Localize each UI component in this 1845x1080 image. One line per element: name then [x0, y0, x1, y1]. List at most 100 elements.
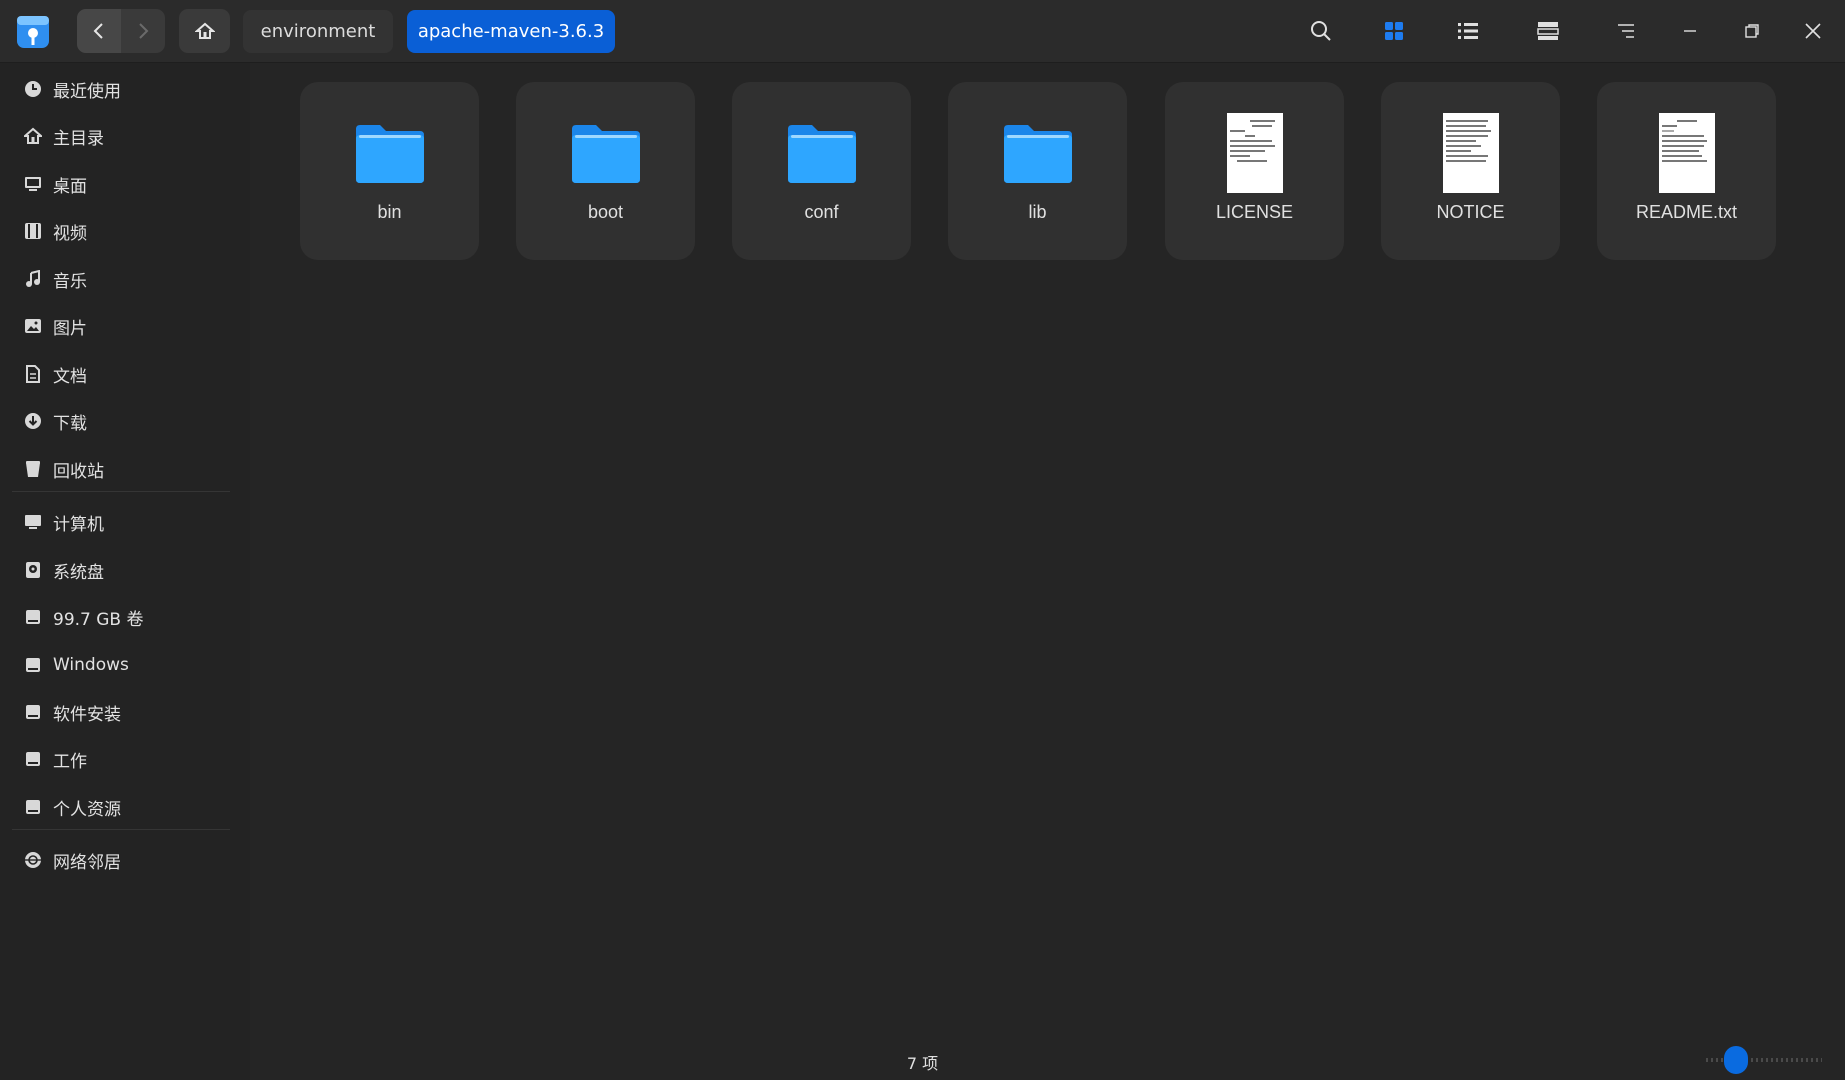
sidebar-item-label: 计算机 — [53, 514, 104, 535]
sidebar-item-pictures[interactable]: 图片 — [12, 304, 230, 348]
file-name: conf — [804, 202, 839, 222]
clock-icon — [23, 79, 43, 99]
tree-view-button[interactable] — [1527, 10, 1569, 52]
video-icon — [23, 221, 43, 241]
sidebar-item-label: 回收站 — [53, 461, 104, 482]
disk-icon — [23, 702, 43, 722]
sidebar-item-desktop[interactable]: 桌面 — [12, 162, 230, 206]
sidebar-item-music[interactable]: 音乐 — [12, 257, 230, 301]
disk-icon — [23, 655, 43, 675]
tree-view-icon — [1537, 22, 1559, 40]
folder-icon — [732, 110, 911, 196]
file-name: bin — [377, 202, 402, 222]
back-button[interactable] — [77, 9, 121, 53]
sidebar-divider — [12, 491, 230, 492]
sidebar-item-home[interactable]: 主目录 — [12, 114, 230, 158]
home-icon — [194, 22, 215, 39]
close-button[interactable] — [1792, 10, 1834, 52]
sidebar-item-label: Windows — [53, 655, 129, 675]
sidebar-item-personal[interactable]: 个人资源 — [12, 785, 230, 829]
home-button[interactable] — [179, 9, 230, 53]
app-logo-icon[interactable] — [15, 12, 51, 50]
sidebar-item-label: 个人资源 — [53, 799, 121, 820]
disk-icon — [23, 607, 43, 627]
sidebar-item-trash[interactable]: 回收站 — [12, 447, 230, 491]
close-icon — [1805, 23, 1821, 39]
file-name: NOTICE — [1436, 202, 1505, 222]
sidebar-item-label: 工作 — [53, 751, 87, 772]
restore-icon — [1745, 24, 1759, 38]
sidebar-item-label: 下载 — [53, 413, 87, 434]
file-name: README.txt — [1635, 202, 1737, 222]
breadcrumb-item-current[interactable]: apache-maven-3.6.3 — [407, 10, 615, 53]
grid-view-button[interactable] — [1373, 10, 1415, 52]
navigation-buttons — [77, 9, 165, 53]
desktop-icon — [23, 174, 43, 194]
search-icon — [1311, 21, 1331, 41]
sidebar-item-label: 软件安装 — [53, 704, 121, 725]
sidebar-item-label: 桌面 — [53, 176, 87, 197]
text-file-thumbnail — [1381, 110, 1560, 196]
folder-icon — [516, 110, 695, 196]
item-count: 7 项 — [906, 1054, 939, 1073]
computer-icon — [23, 512, 43, 532]
text-file-thumbnail — [1165, 110, 1344, 196]
search-button[interactable] — [1300, 10, 1342, 52]
file-item-folder[interactable]: bin — [300, 82, 479, 260]
sidebar-item-videos[interactable]: 视频 — [12, 209, 230, 253]
music-icon — [23, 269, 43, 289]
sidebar-item-label: 图片 — [53, 318, 87, 339]
file-item-folder[interactable]: boot — [516, 82, 695, 260]
folder-icon — [948, 110, 1127, 196]
file-item-text[interactable]: LICENSE — [1165, 82, 1344, 260]
sidebar-item-volume[interactable]: 99.7 GB 卷 — [12, 595, 230, 639]
menu-button[interactable] — [1605, 10, 1647, 52]
sidebar-item-label: 最近使用 — [53, 81, 121, 102]
sidebar-item-label: 文档 — [53, 366, 87, 387]
sidebar-item-network[interactable]: 网络邻居 — [12, 838, 230, 882]
minimize-button[interactable] — [1669, 10, 1711, 52]
grid-view-icon — [1385, 22, 1403, 40]
sidebar-item-windows[interactable]: Windows — [12, 643, 230, 687]
list-view-button[interactable] — [1447, 10, 1489, 52]
folder-icon — [300, 110, 479, 196]
sidebar-item-label: 网络邻居 — [53, 852, 121, 873]
document-icon — [23, 364, 43, 384]
file-name: boot — [587, 202, 624, 222]
sidebar-item-label: 音乐 — [53, 271, 87, 292]
restore-button[interactable] — [1731, 10, 1773, 52]
breadcrumb-item[interactable]: environment — [243, 10, 393, 53]
text-file-thumbnail — [1597, 110, 1776, 196]
forward-button[interactable] — [121, 9, 165, 53]
trash-icon — [23, 459, 43, 479]
forward-icon — [139, 23, 149, 39]
sidebar-item-software[interactable]: 软件安装 — [12, 690, 230, 734]
sidebar-item-work[interactable]: 工作 — [12, 737, 230, 781]
network-icon — [23, 850, 43, 870]
disk-icon — [23, 749, 43, 769]
sidebar-divider — [12, 829, 230, 830]
file-item-text[interactable]: NOTICE — [1381, 82, 1560, 260]
sidebar-item-label: 99.7 GB 卷 — [53, 609, 144, 630]
sidebar-item-label: 系统盘 — [53, 562, 104, 583]
zoom-slider-handle[interactable] — [1724, 1046, 1748, 1074]
sidebar-item-downloads[interactable]: 下载 — [12, 399, 230, 443]
file-item-folder[interactable]: lib — [948, 82, 1127, 260]
disk-icon — [23, 797, 43, 817]
home-icon — [23, 126, 43, 146]
sidebar: 最近使用 主目录 桌面 视频 音乐 图片 文档 下载 回收站 计算机 系统盘 9… — [0, 63, 250, 1080]
sidebar-item-computer[interactable]: 计算机 — [12, 500, 230, 544]
download-icon — [23, 411, 43, 431]
sidebar-item-recent[interactable]: 最近使用 — [12, 67, 230, 111]
sidebar-item-label: 视频 — [53, 223, 87, 244]
image-icon — [23, 316, 43, 336]
menu-icon — [1618, 24, 1634, 38]
system-disk-icon — [23, 560, 43, 580]
sidebar-item-system-disk[interactable]: 系统盘 — [12, 548, 230, 592]
file-item-folder[interactable]: conf — [732, 82, 911, 260]
file-name: lib — [1028, 202, 1047, 222]
back-icon — [93, 23, 103, 39]
sidebar-item-documents[interactable]: 文档 — [12, 352, 230, 396]
minimize-icon — [1684, 30, 1696, 32]
file-item-text[interactable]: README.txt — [1597, 82, 1776, 260]
